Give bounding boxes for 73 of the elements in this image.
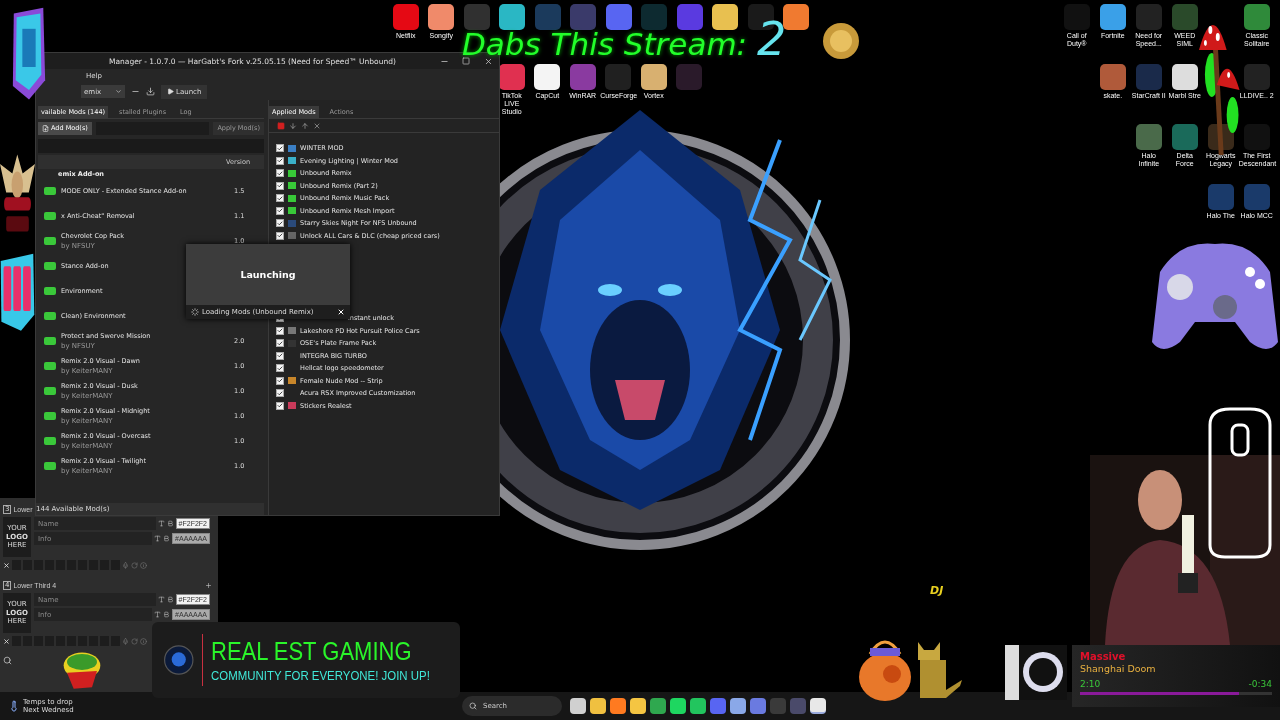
- checkbox[interactable]: [276, 156, 284, 165]
- checkbox[interactable]: [276, 169, 284, 178]
- accent-bar: [201, 634, 204, 686]
- checkbox[interactable]: [276, 351, 284, 360]
- elapsed-time: 2:10: [1080, 679, 1101, 689]
- mod-icon: [44, 261, 56, 270]
- mod-icon: [44, 211, 56, 220]
- search-icon: [469, 702, 477, 710]
- overlay-title: Dabs This Stream:: [462, 29, 748, 60]
- mod-icon: [44, 436, 56, 445]
- checkbox[interactable]: [276, 144, 284, 153]
- checkbox[interactable]: [276, 231, 284, 240]
- checkbox[interactable]: [276, 194, 284, 203]
- app-icon[interactable]: [712, 4, 739, 30]
- checkbox[interactable]: [276, 364, 284, 373]
- checkbox[interactable]: [276, 181, 284, 190]
- mic-icon[interactable]: [122, 561, 129, 569]
- font-icon[interactable]: [157, 520, 165, 527]
- app-icon[interactable]: [640, 64, 667, 90]
- mod-icon: [44, 186, 56, 195]
- checkbox[interactable]: [276, 326, 284, 335]
- mod-icon: [44, 286, 56, 295]
- move-down-icon[interactable]: [289, 121, 297, 130]
- app-icon[interactable]: [1171, 64, 1198, 90]
- move-up-icon[interactable]: [301, 121, 309, 130]
- dab-count: 2: [757, 16, 787, 62]
- banner-subtitle: COMMUNITY FOR EVERYONE! JOIN UP!: [211, 668, 431, 683]
- file-plus-icon: [42, 124, 49, 132]
- close-button[interactable]: [337, 308, 345, 316]
- mod-icon: [44, 336, 56, 345]
- banner-title: REAL EST GAMING: [211, 637, 413, 666]
- play-icon: [167, 88, 174, 95]
- close-icon: [337, 308, 345, 316]
- app-icon[interactable]: [534, 64, 561, 90]
- close-icon[interactable]: [3, 637, 10, 645]
- mod-icon: [44, 411, 56, 420]
- font-icon[interactable]: [157, 596, 165, 603]
- maximize-icon: [462, 57, 470, 65]
- app-icon[interactable]: [810, 698, 826, 714]
- checkbox[interactable]: [276, 376, 284, 385]
- stop-icon[interactable]: [277, 121, 285, 130]
- dialog-title: Launching: [240, 269, 296, 280]
- remaining-time: -0:34: [1248, 679, 1272, 689]
- mod-icon: [44, 461, 56, 470]
- mod-icon: [44, 361, 56, 370]
- dab-jar-icon: [822, 22, 860, 60]
- font-icon[interactable]: [154, 535, 162, 542]
- caret-icon: [115, 88, 122, 95]
- dj-tag: DJ: [930, 584, 944, 597]
- mod-icon: [44, 311, 56, 320]
- checkbox[interactable]: [276, 219, 284, 228]
- remove-icon[interactable]: [313, 121, 321, 130]
- mic-icon[interactable]: [122, 637, 129, 645]
- song-title: Massive: [1080, 651, 1127, 662]
- mod-icon: [44, 386, 56, 395]
- app-icon[interactable]: [783, 4, 810, 30]
- add-icon[interactable]: [205, 581, 212, 589]
- checkbox[interactable]: [276, 339, 284, 348]
- mod-icon: [44, 236, 56, 245]
- app-icon[interactable]: [428, 4, 455, 30]
- search-icon[interactable]: [3, 656, 12, 665]
- download-icon[interactable]: [146, 87, 155, 96]
- app-icon[interactable]: [1099, 4, 1126, 30]
- font-icon[interactable]: [154, 611, 162, 618]
- checkbox[interactable]: [276, 389, 284, 398]
- close-icon: [483, 56, 493, 66]
- thermometer-icon[interactable]: [8, 700, 20, 712]
- song-artist: Shanghai Doom: [1080, 663, 1157, 674]
- checkbox[interactable]: [276, 206, 284, 215]
- spinner-icon: [191, 308, 199, 316]
- app-icon[interactable]: [499, 4, 526, 30]
- checkbox[interactable]: [276, 401, 284, 410]
- close-icon[interactable]: [3, 561, 10, 569]
